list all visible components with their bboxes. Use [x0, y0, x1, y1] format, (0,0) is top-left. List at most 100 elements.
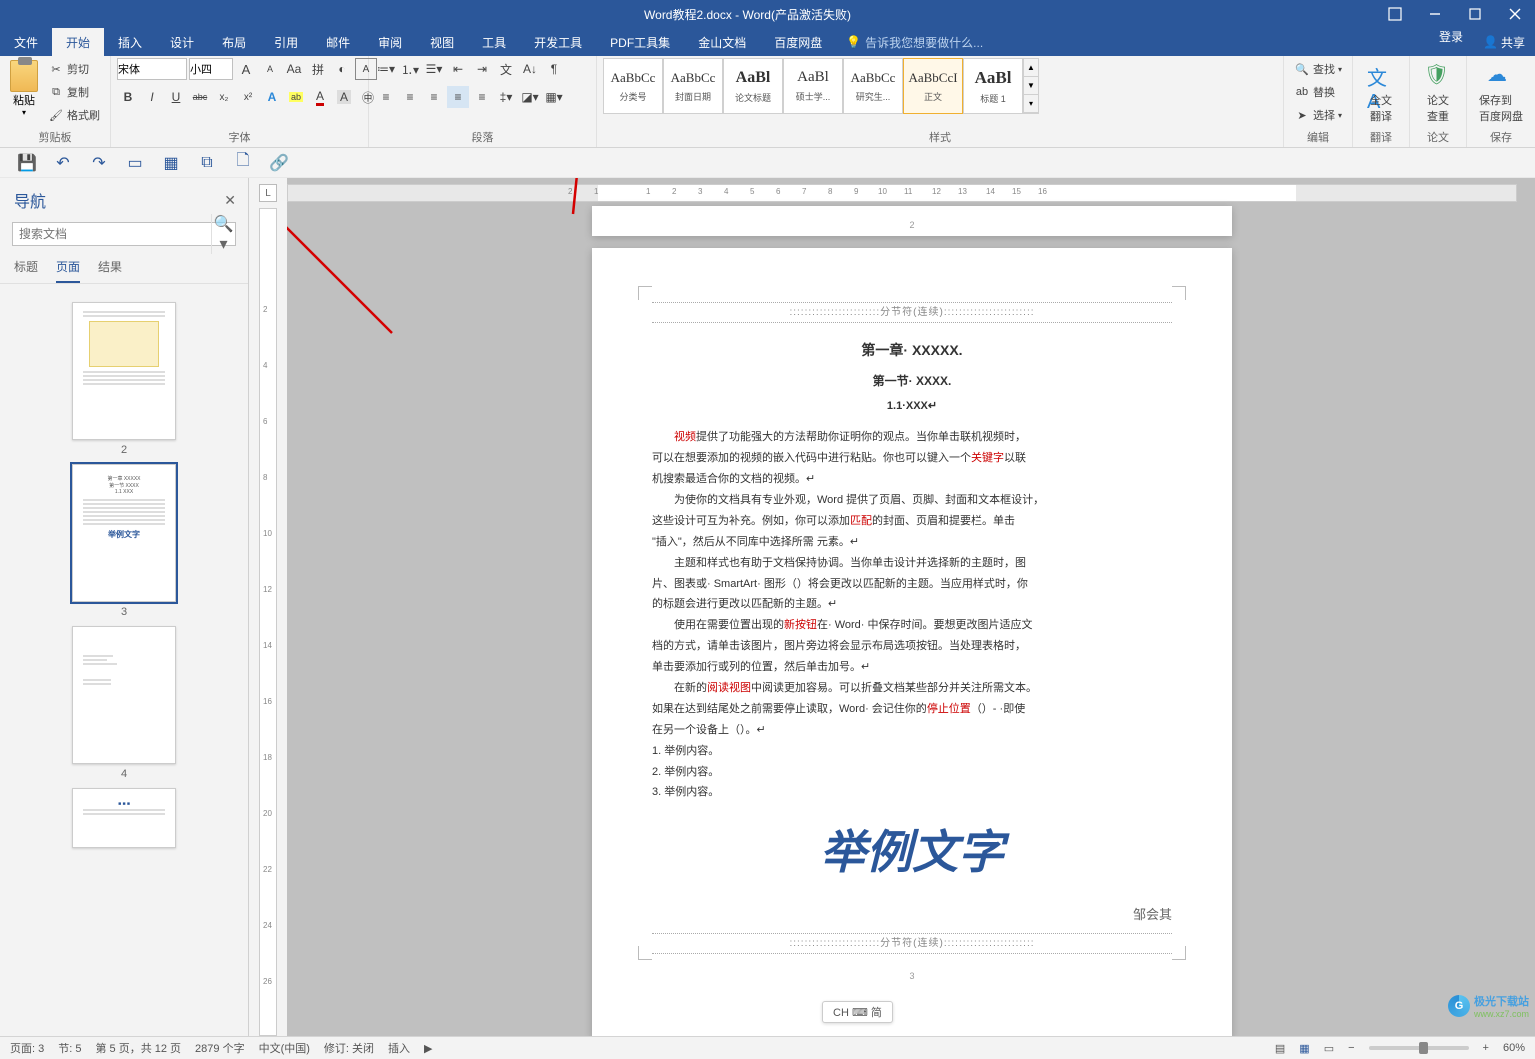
select-button[interactable]: ➤选择▾	[1290, 104, 1346, 126]
qat-btn-7[interactable]: 🗋	[232, 152, 254, 174]
thumb-page-4[interactable]	[72, 626, 176, 764]
nav-close-icon[interactable]: ✕	[224, 192, 236, 209]
tabstop-selector[interactable]: L	[259, 184, 277, 202]
view-web-icon[interactable]: ▭	[1324, 1042, 1334, 1055]
tab-dev[interactable]: 开发工具	[520, 28, 596, 56]
zoom-value[interactable]: 60%	[1503, 1042, 1525, 1054]
share-button[interactable]: 👤 共享	[1473, 28, 1535, 56]
nav-tab-pages[interactable]: 页面	[56, 258, 80, 283]
maximize-icon[interactable]	[1455, 0, 1495, 28]
clear-format-button[interactable]: ◐	[331, 58, 353, 80]
tab-layout[interactable]: 布局	[208, 28, 260, 56]
find-button[interactable]: 🔍查找▾	[1290, 58, 1346, 80]
tab-mailings[interactable]: 邮件	[312, 28, 364, 56]
tab-design[interactable]: 设计	[156, 28, 208, 56]
tab-home[interactable]: 开始	[52, 28, 104, 56]
styles-gallery[interactable]: AaBbCc分类号 AaBbCc封面日期 AaBl论文标题 AaBl硕士学...…	[603, 58, 1039, 114]
status-words[interactable]: 2879 个字	[195, 1040, 245, 1056]
tab-pdf[interactable]: PDF工具集	[596, 28, 684, 56]
redo-icon[interactable]: ↷	[88, 152, 110, 174]
save-icon[interactable]: 💾	[16, 152, 38, 174]
text-effect-button[interactable]: A	[261, 86, 283, 108]
status-lang[interactable]: 中文(中国)	[259, 1040, 310, 1056]
tell-me[interactable]: 💡 告诉我您想要做什么...	[846, 28, 983, 56]
styles-scroll[interactable]: ▲▼▾	[1023, 58, 1039, 114]
phonetic-button[interactable]: 拼	[307, 58, 329, 80]
thumb-page-2[interactable]	[72, 302, 176, 440]
replace-button[interactable]: ab替换	[1290, 81, 1346, 103]
change-case-button[interactable]: Aa	[283, 58, 305, 80]
distribute-button[interactable]: ≡	[471, 86, 493, 108]
highlight-button[interactable]: ab	[285, 86, 307, 108]
show-marks-button[interactable]: ¶	[543, 58, 565, 80]
status-macro-icon[interactable]: ▶	[424, 1042, 432, 1055]
style-category[interactable]: AaBbCc分类号	[603, 58, 663, 114]
style-coverdate[interactable]: AaBbCc封面日期	[663, 58, 723, 114]
text-direction-button[interactable]: 文	[495, 58, 517, 80]
tab-insert[interactable]: 插入	[104, 28, 156, 56]
multilevel-button[interactable]: ☰▾	[423, 58, 445, 80]
subscript-button[interactable]: x₂	[213, 86, 235, 108]
qat-btn-6[interactable]: ⧉	[196, 152, 218, 174]
status-track[interactable]: 修订: 关闭	[324, 1040, 374, 1056]
shrink-font-button[interactable]: A	[259, 58, 281, 80]
nav-search[interactable]: 🔍▾	[12, 222, 236, 246]
zoom-in-icon[interactable]: +	[1483, 1042, 1489, 1054]
decrease-indent-button[interactable]: ⇤	[447, 58, 469, 80]
qat-btn-5[interactable]: ▦	[160, 152, 182, 174]
dupcheck-button[interactable]: 🛡 论文 查重	[1416, 58, 1460, 124]
font-family-combo[interactable]	[117, 58, 187, 80]
thumb-page-5[interactable]: ■ ■ ■	[72, 788, 176, 848]
nav-search-input[interactable]	[13, 227, 211, 241]
zoom-out-icon[interactable]: −	[1348, 1042, 1354, 1054]
minimize-icon[interactable]	[1415, 0, 1455, 28]
view-print-icon[interactable]: ▦	[1299, 1042, 1309, 1055]
tab-baidu[interactable]: 百度网盘	[760, 28, 836, 56]
zoom-slider[interactable]	[1369, 1046, 1469, 1050]
tab-file[interactable]: 文件	[0, 28, 52, 56]
status-pagecount[interactable]: 第 5 页，共 12 页	[95, 1040, 181, 1056]
format-painter-button[interactable]: 🖌格式刷	[44, 104, 104, 126]
bold-button[interactable]: B	[117, 86, 139, 108]
grow-font-button[interactable]: A	[235, 58, 257, 80]
status-page[interactable]: 页面: 3	[10, 1040, 44, 1056]
copy-button[interactable]: ⧉复制	[44, 81, 104, 103]
underline-button[interactable]: U	[165, 86, 187, 108]
page-current[interactable]: ::::::::::::::::::::::::分节符(连续):::::::::…	[592, 248, 1232, 1036]
align-center-button[interactable]: ≡	[399, 86, 421, 108]
justify-button[interactable]: ≡	[447, 86, 469, 108]
document-canvas[interactable]: 2 1 1 2 3 4 5 6 7 8 9 10 11 12 13 14 15 …	[287, 178, 1535, 1036]
cut-button[interactable]: ✂剪切	[44, 58, 104, 80]
style-heading1[interactable]: AaBl标题 1	[963, 58, 1023, 114]
ime-indicator[interactable]: CH ⌨ 简	[822, 1001, 893, 1023]
tab-view[interactable]: 视图	[416, 28, 468, 56]
thumb-page-3[interactable]: 第一章 XXXXX第一节 XXXX1.1 XXX 举例文字	[72, 464, 176, 602]
strike-button[interactable]: abc	[189, 86, 211, 108]
tab-jinshan[interactable]: 金山文档	[684, 28, 760, 56]
line-spacing-button[interactable]: ‡▾	[495, 86, 517, 108]
font-color-button[interactable]: A	[309, 86, 331, 108]
increase-indent-button[interactable]: ⇥	[471, 58, 493, 80]
align-left-button[interactable]: ≡	[375, 86, 397, 108]
tab-references[interactable]: 引用	[260, 28, 312, 56]
style-thesistitle[interactable]: AaBl论文标题	[723, 58, 783, 114]
nav-tab-results[interactable]: 结果	[98, 258, 122, 283]
style-research[interactable]: AaBbCc研究生...	[843, 58, 903, 114]
italic-button[interactable]: I	[141, 86, 163, 108]
numbering-button[interactable]: ⒈▾	[399, 58, 421, 80]
borders-button[interactable]: ▦▾	[543, 86, 565, 108]
sort-button[interactable]: A↓	[519, 58, 541, 80]
shading-button[interactable]: ◪▾	[519, 86, 541, 108]
view-read-icon[interactable]: ▤	[1275, 1042, 1285, 1055]
align-right-button[interactable]: ≡	[423, 86, 445, 108]
tab-tools[interactable]: 工具	[468, 28, 520, 56]
font-size-combo[interactable]	[189, 58, 233, 80]
status-insert[interactable]: 插入	[388, 1040, 410, 1056]
qat-btn-4[interactable]: ▭	[124, 152, 146, 174]
save-baidu-button[interactable]: ☁ 保存到 百度网盘	[1473, 58, 1529, 124]
nav-tab-headings[interactable]: 标题	[14, 258, 38, 283]
qat-btn-8[interactable]: 🔗	[268, 152, 290, 174]
close-icon[interactable]	[1495, 0, 1535, 28]
tab-review[interactable]: 审阅	[364, 28, 416, 56]
paste-button[interactable]: 粘贴 ▾	[6, 58, 42, 117]
